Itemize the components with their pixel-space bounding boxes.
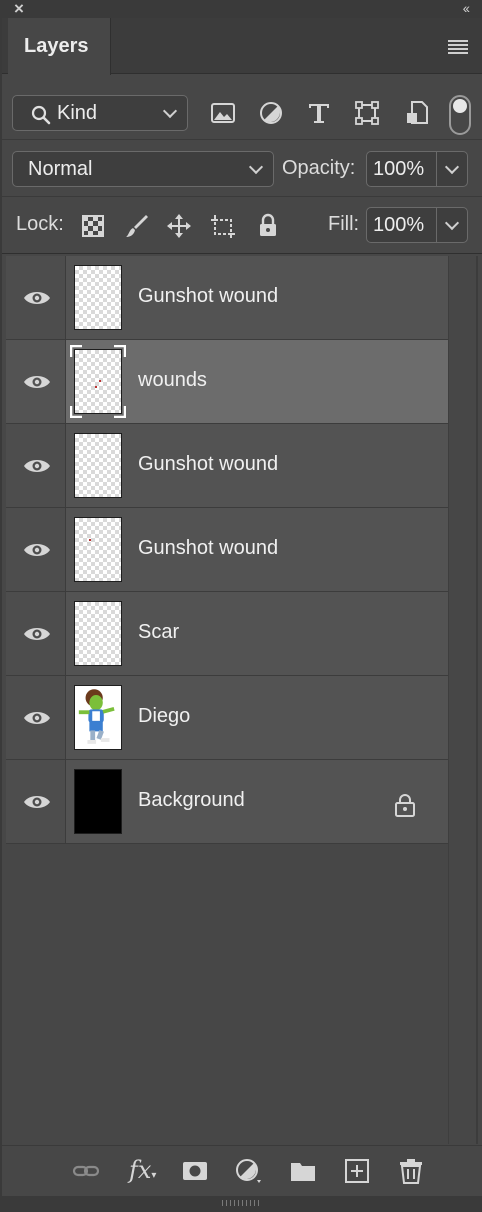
layer-thumbnail (74, 517, 122, 582)
image-filter-icon[interactable] (210, 100, 236, 126)
search-icon (31, 105, 51, 125)
eye-icon[interactable] (23, 624, 51, 644)
tab-bar: Layers (2, 18, 482, 75)
layer-row[interactable]: Scar (6, 592, 448, 676)
layer-row[interactable]: wounds (6, 340, 448, 424)
opacity-field[interactable]: 100% (366, 151, 468, 187)
lock-artboard-icon[interactable] (210, 213, 236, 239)
layers-list: Gunshot wound wounds Gunshot wound Gunsh… (6, 256, 448, 844)
fill-label: Fill: (328, 213, 360, 235)
lock-image-pixels-icon[interactable] (124, 213, 150, 239)
character-illustration (78, 689, 115, 744)
layer-thumbnail (74, 685, 122, 750)
eye-icon[interactable] (23, 540, 51, 560)
layer-name: Gunshot wound (138, 453, 279, 475)
layer-name: Gunshot wound (138, 285, 279, 307)
kind-filter-label: Kind (57, 102, 98, 124)
resize-grip[interactable] (2, 1196, 482, 1212)
lock-row: Lock: Fill: 100% (2, 198, 482, 254)
layers-panel: × ‹‹ Layers Kind Normal Opacity: 100% Lo… (0, 0, 482, 1212)
layer-row[interactable]: Gunshot wound (6, 424, 448, 508)
layer-name: wounds (138, 369, 207, 391)
shape-filter-icon[interactable] (354, 100, 380, 126)
chevron-down-icon[interactable] (444, 215, 460, 231)
fill-value: 100% (373, 214, 425, 236)
eye-icon[interactable] (23, 456, 51, 476)
adjustment-layer-icon[interactable] (235, 1158, 263, 1184)
type-filter-icon[interactable] (306, 100, 332, 126)
layer-thumbnail (74, 433, 122, 498)
selection-corners-icon (70, 345, 126, 418)
eye-icon[interactable] (23, 288, 51, 308)
chevron-down-icon[interactable] (444, 159, 460, 175)
collapse-icon[interactable]: ‹‹ (463, 1, 470, 15)
kind-filter-select[interactable]: Kind (12, 95, 188, 131)
visibility-cell[interactable] (6, 256, 66, 339)
lock-position-icon[interactable] (166, 213, 192, 239)
layers-list-empty-area (6, 845, 448, 1145)
smart-object-filter-icon[interactable] (404, 100, 430, 126)
tab-layers[interactable]: Layers (8, 18, 111, 75)
opacity-value: 100% (373, 158, 425, 180)
layer-name: Background (138, 789, 245, 811)
fill-field[interactable]: 100% (366, 207, 468, 243)
add-mask-icon[interactable] (181, 1158, 209, 1184)
scrollbar-track (476, 256, 478, 1144)
layer-row[interactable]: Background (6, 760, 448, 844)
link-layers-icon[interactable] (72, 1158, 100, 1184)
new-layer-icon[interactable] (343, 1158, 371, 1184)
visibility-cell[interactable] (6, 760, 66, 843)
fx-icon[interactable]: fx▾ (129, 1156, 156, 1184)
lock-all-icon[interactable] (255, 213, 281, 239)
blend-mode-value: Normal (28, 158, 93, 180)
filter-toggle[interactable] (449, 95, 471, 135)
layer-row[interactable]: Gunshot wound (6, 508, 448, 592)
blend-row: Normal Opacity: 100% (2, 141, 482, 197)
layer-name: Gunshot wound (138, 537, 279, 559)
eye-icon[interactable] (23, 372, 51, 392)
opacity-label: Opacity: (282, 157, 356, 179)
delete-icon[interactable] (397, 1158, 425, 1184)
layer-thumbnail (74, 601, 122, 666)
lock-transparent-pixels-icon[interactable] (80, 213, 106, 239)
layer-name: Diego (138, 705, 191, 727)
panel-menu-icon[interactable] (448, 40, 468, 54)
chevron-down-icon (248, 159, 264, 175)
panel-title-strip: × ‹‹ (2, 0, 482, 18)
lock-icon[interactable] (394, 793, 416, 817)
scrollbar[interactable] (448, 256, 478, 1144)
layer-row[interactable]: Gunshot wound (6, 256, 448, 340)
eye-icon[interactable] (23, 792, 51, 812)
layer-name: Scar (138, 621, 180, 643)
lock-label: Lock: (16, 213, 64, 235)
adjustment-filter-icon[interactable] (258, 100, 284, 126)
tab-layers-label: Layers (24, 35, 89, 57)
eye-icon[interactable] (23, 708, 51, 728)
close-icon[interactable]: × (14, 0, 24, 17)
visibility-cell[interactable] (6, 592, 66, 675)
chevron-down-icon (162, 103, 178, 119)
visibility-cell[interactable] (6, 424, 66, 507)
blend-mode-select[interactable]: Normal (12, 151, 274, 187)
visibility-cell[interactable] (6, 676, 66, 759)
layer-thumbnail (74, 265, 122, 330)
visibility-cell[interactable] (6, 340, 66, 423)
layer-thumbnail (74, 769, 122, 834)
layer-row[interactable]: Diego (6, 676, 448, 760)
visibility-cell[interactable] (6, 508, 66, 591)
group-folder-icon[interactable] (289, 1158, 317, 1184)
bottom-toolbar: fx▾ (2, 1145, 482, 1195)
filter-row: Kind (2, 76, 482, 140)
